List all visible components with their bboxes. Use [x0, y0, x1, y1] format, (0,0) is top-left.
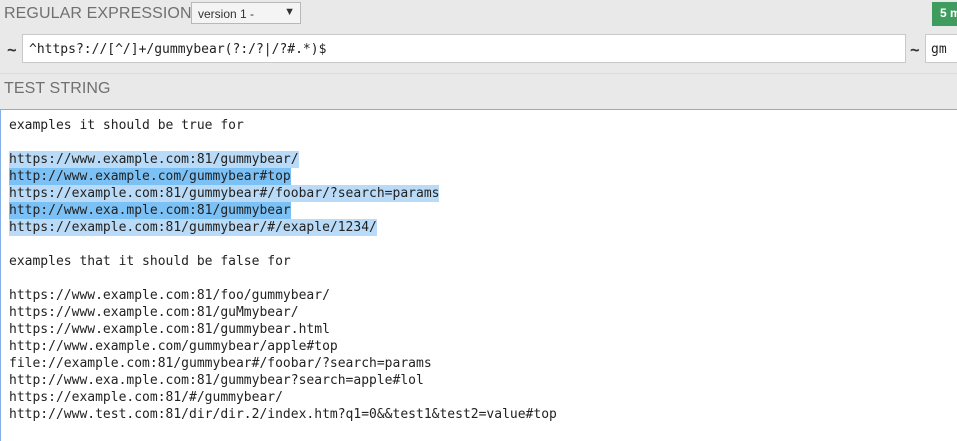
test-line-text: file://example.com:81/gummybear#/foobar/…	[9, 356, 432, 371]
flavor-version-select[interactable]: version 1 - ▼	[191, 2, 301, 24]
test-line-text: https://example.com:81/#/gummybear/	[9, 390, 283, 405]
test-line	[9, 236, 957, 253]
match-count-badge: 5 matches	[932, 2, 957, 26]
test-line-text: http://www.example.com/gummybear/apple#t…	[9, 339, 338, 354]
test-line: examples it should be true for	[9, 117, 957, 134]
test-line-text: https://www.example.com:81/guMmybear/	[9, 305, 299, 320]
test-line-text: http://www.test.com:81/dir/dir.2/index.h…	[9, 407, 557, 422]
flavor-select-value: version 1 -	[198, 7, 255, 21]
test-line	[9, 134, 957, 151]
test-line-match: https://example.com:81/gummybear/#/exapl…	[9, 219, 957, 236]
test-line: https://www.example.com:81/gummybear.htm…	[9, 321, 957, 338]
test-line-text: http://www.exa.mple.com:81/gummybear?sea…	[9, 373, 424, 388]
test-line: file://example.com:81/gummybear#/foobar/…	[9, 355, 957, 372]
match-highlight: https://www.example.com:81/gummybear/	[9, 151, 299, 168]
match-highlight: https://example.com:81/gummybear#/foobar…	[9, 185, 440, 202]
match-highlight: https://example.com:81/gummybear/#/exapl…	[9, 219, 377, 236]
section-divider	[0, 73, 957, 74]
test-line-text: https://www.example.com:81/foo/gummybear…	[9, 288, 330, 303]
test-line-text: https://www.example.com:81/gummybear.htm…	[9, 322, 330, 337]
test-line-text: examples that it should be false for	[9, 254, 291, 269]
test-line: https://www.example.com:81/foo/gummybear…	[9, 287, 957, 304]
regex-pattern-input[interactable]: ^https?://[^/]+/gummybear(?:/?|/?#.*)$	[22, 34, 906, 63]
test-string-editor[interactable]: examples it should be true for https://ww…	[0, 109, 957, 441]
test-line: https://www.example.com:81/guMmybear/	[9, 304, 957, 321]
test-line: examples that it should be false for	[9, 253, 957, 270]
match-highlight: http://www.exa.mple.com:81/gummybear	[9, 202, 291, 219]
regex-open-delimiter: ~	[7, 40, 17, 59]
test-line-text: examples it should be true for	[9, 118, 244, 133]
test-line-match: https://www.example.com:81/gummybear/	[9, 151, 957, 168]
test-line	[9, 270, 957, 287]
match-highlight: http://www.example.com/gummybear#top	[9, 168, 291, 185]
regex-header: REGULAR EXPRESSION — version 1 - ▼ 5 mat…	[0, 0, 957, 28]
regex-close-delimiter: ~	[910, 40, 920, 59]
test-line: http://www.exa.mple.com:81/gummybear?sea…	[9, 372, 957, 389]
test-line-match: http://www.example.com/gummybear#top	[9, 168, 957, 185]
test-line: http://www.example.com/gummybear/apple#t…	[9, 338, 957, 355]
regex-flags-input[interactable]: gm	[925, 34, 957, 63]
test-string-title: TEST STRING	[4, 80, 111, 97]
test-line: http://www.test.com:81/dir/dir.2/index.h…	[9, 406, 957, 423]
test-line-match: https://example.com:81/gummybear#/foobar…	[9, 185, 957, 202]
chevron-down-icon: ▼	[284, 6, 295, 18]
test-line: https://example.com:81/#/gummybear/	[9, 389, 957, 406]
test-line-match: http://www.exa.mple.com:81/gummybear	[9, 202, 957, 219]
regex-section-title: REGULAR EXPRESSION —	[4, 5, 213, 22]
